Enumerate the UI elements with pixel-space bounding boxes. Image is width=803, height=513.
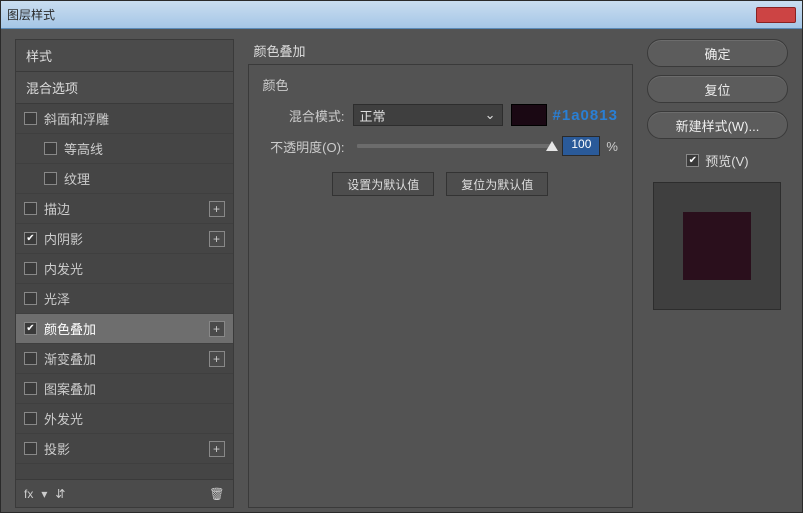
add-instance-icon[interactable]: + [209, 321, 225, 337]
effect-checkbox[interactable] [24, 322, 37, 335]
trash-icon[interactable]: 🗑 [209, 487, 224, 501]
styles-header[interactable]: 样式 [16, 40, 233, 72]
style-item-label: 斜面和浮雕 [44, 109, 109, 128]
dialog-body: 样式 混合选项 斜面和浮雕等高线纹理描边+内阴影+内发光光泽颜色叠加+渐变叠加+… [1, 29, 802, 512]
opacity-input[interactable]: 100 [562, 136, 600, 156]
style-item-label: 渐变叠加 [44, 349, 96, 368]
effect-checkbox[interactable] [24, 202, 37, 215]
dropdown-arrow-icon[interactable]: ▾ [41, 487, 47, 501]
action-column: 确定 复位 新建样式(W)... 预览(V) [647, 39, 788, 508]
style-item-label: 颜色叠加 [44, 319, 96, 338]
up-down-icon[interactable]: ⇵ [55, 487, 65, 501]
style-item[interactable]: 描边 + [16, 194, 233, 224]
settings-panel: 颜色 混合模式: 正常 ⌄ #1a0813 不透明度(O): 100 [248, 64, 633, 508]
reset-default-button[interactable]: 复位为默认值 [446, 172, 548, 196]
opacity-unit: % [606, 139, 618, 154]
style-item-label: 外发光 [44, 409, 83, 428]
style-item[interactable]: 渐变叠加 + [16, 344, 233, 374]
style-item[interactable]: 图案叠加 [16, 374, 233, 404]
set-default-button[interactable]: 设置为默认值 [332, 172, 434, 196]
effect-checkbox[interactable] [24, 262, 37, 275]
blend-mode-dropdown[interactable]: 正常 ⌄ [353, 104, 503, 126]
style-item[interactable]: 投影 + [16, 434, 233, 464]
preview-box [653, 182, 781, 310]
add-instance-icon[interactable]: + [209, 201, 225, 217]
blend-mode-label: 混合模式: [263, 106, 353, 125]
reset-button[interactable]: 复位 [647, 75, 788, 103]
effects-list-column: 样式 混合选项 斜面和浮雕等高线纹理描边 + 内阴影 + 内发光光泽颜色叠加 + 渐变叠加 +… [15, 39, 234, 508]
style-item[interactable]: 外发光 [16, 404, 233, 434]
section-title: 颜色叠加 [248, 39, 633, 64]
add-instance-icon[interactable]: + [209, 231, 225, 247]
titlebar[interactable]: 图层样式 [1, 1, 802, 29]
style-item-label: 投影 [44, 439, 70, 458]
effects-list-panel: 样式 混合选项 斜面和浮雕等高线纹理描边 + 内阴影 + 内发光光泽颜色叠加 + 渐变叠加 +… [15, 39, 234, 508]
effects-list-footer: fx ▾ ⇵ 🗑 [16, 479, 233, 507]
opacity-label: 不透明度(O): [263, 137, 353, 156]
style-item-label: 内发光 [44, 259, 83, 278]
color-swatch[interactable] [511, 104, 547, 126]
opacity-slider[interactable] [357, 144, 553, 148]
preview-swatch [683, 212, 751, 280]
color-hex-label: #1a0813 [553, 107, 618, 124]
effect-checkbox[interactable] [24, 352, 37, 365]
blend-mode-row: 混合模式: 正常 ⌄ #1a0813 [263, 104, 618, 126]
preview-label: 预览(V) [705, 151, 748, 170]
style-item-label: 光泽 [44, 289, 70, 308]
style-item-label: 图案叠加 [44, 379, 96, 398]
style-item-label: 等高线 [64, 139, 103, 158]
preview-checkbox[interactable] [686, 154, 699, 167]
style-item[interactable]: 等高线 [16, 134, 233, 164]
ok-button[interactable]: 确定 [647, 39, 788, 67]
fx-icon[interactable]: fx [24, 487, 33, 501]
effect-checkbox[interactable] [44, 172, 57, 185]
window-title: 图层样式 [7, 6, 55, 23]
style-item-label: 内阴影 [44, 229, 83, 248]
style-item[interactable]: 内阴影 + [16, 224, 233, 254]
style-item-label: 描边 [44, 199, 70, 218]
effect-checkbox[interactable] [24, 412, 37, 425]
group-title: 颜色 [263, 75, 618, 94]
add-instance-icon[interactable]: + [209, 351, 225, 367]
style-item[interactable]: 光泽 [16, 284, 233, 314]
new-style-button[interactable]: 新建样式(W)... [647, 111, 788, 139]
effect-checkbox[interactable] [24, 292, 37, 305]
blend-mode-value: 正常 [360, 106, 386, 125]
style-item[interactable]: 斜面和浮雕 [16, 104, 233, 134]
effect-checkbox[interactable] [24, 382, 37, 395]
layer-style-dialog: 图层样式 样式 混合选项 斜面和浮雕等高线纹理描边+内阴影+内发光光泽颜色叠加+… [0, 0, 803, 513]
style-item[interactable]: 纹理 [16, 164, 233, 194]
effect-checkbox[interactable] [44, 142, 57, 155]
settings-column: 颜色叠加 颜色 混合模式: 正常 ⌄ #1a0813 不透明度(O): [248, 39, 633, 508]
preview-toggle-row[interactable]: 预览(V) [647, 151, 788, 170]
chevron-down-icon: ⌄ [485, 107, 496, 123]
effect-checkbox[interactable] [24, 232, 37, 245]
default-buttons-row: 设置为默认值 复位为默认值 [263, 172, 618, 196]
style-item-label: 纹理 [64, 169, 90, 188]
style-item[interactable]: 颜色叠加 + [16, 314, 233, 344]
close-icon[interactable] [756, 7, 796, 23]
style-item[interactable]: 内发光 [16, 254, 233, 284]
effect-checkbox[interactable] [24, 112, 37, 125]
slider-thumb-icon[interactable] [546, 141, 558, 151]
opacity-row: 不透明度(O): 100 % [263, 136, 618, 156]
effect-checkbox[interactable] [24, 442, 37, 455]
blending-options-header[interactable]: 混合选项 [16, 72, 233, 104]
add-instance-icon[interactable]: + [209, 441, 225, 457]
